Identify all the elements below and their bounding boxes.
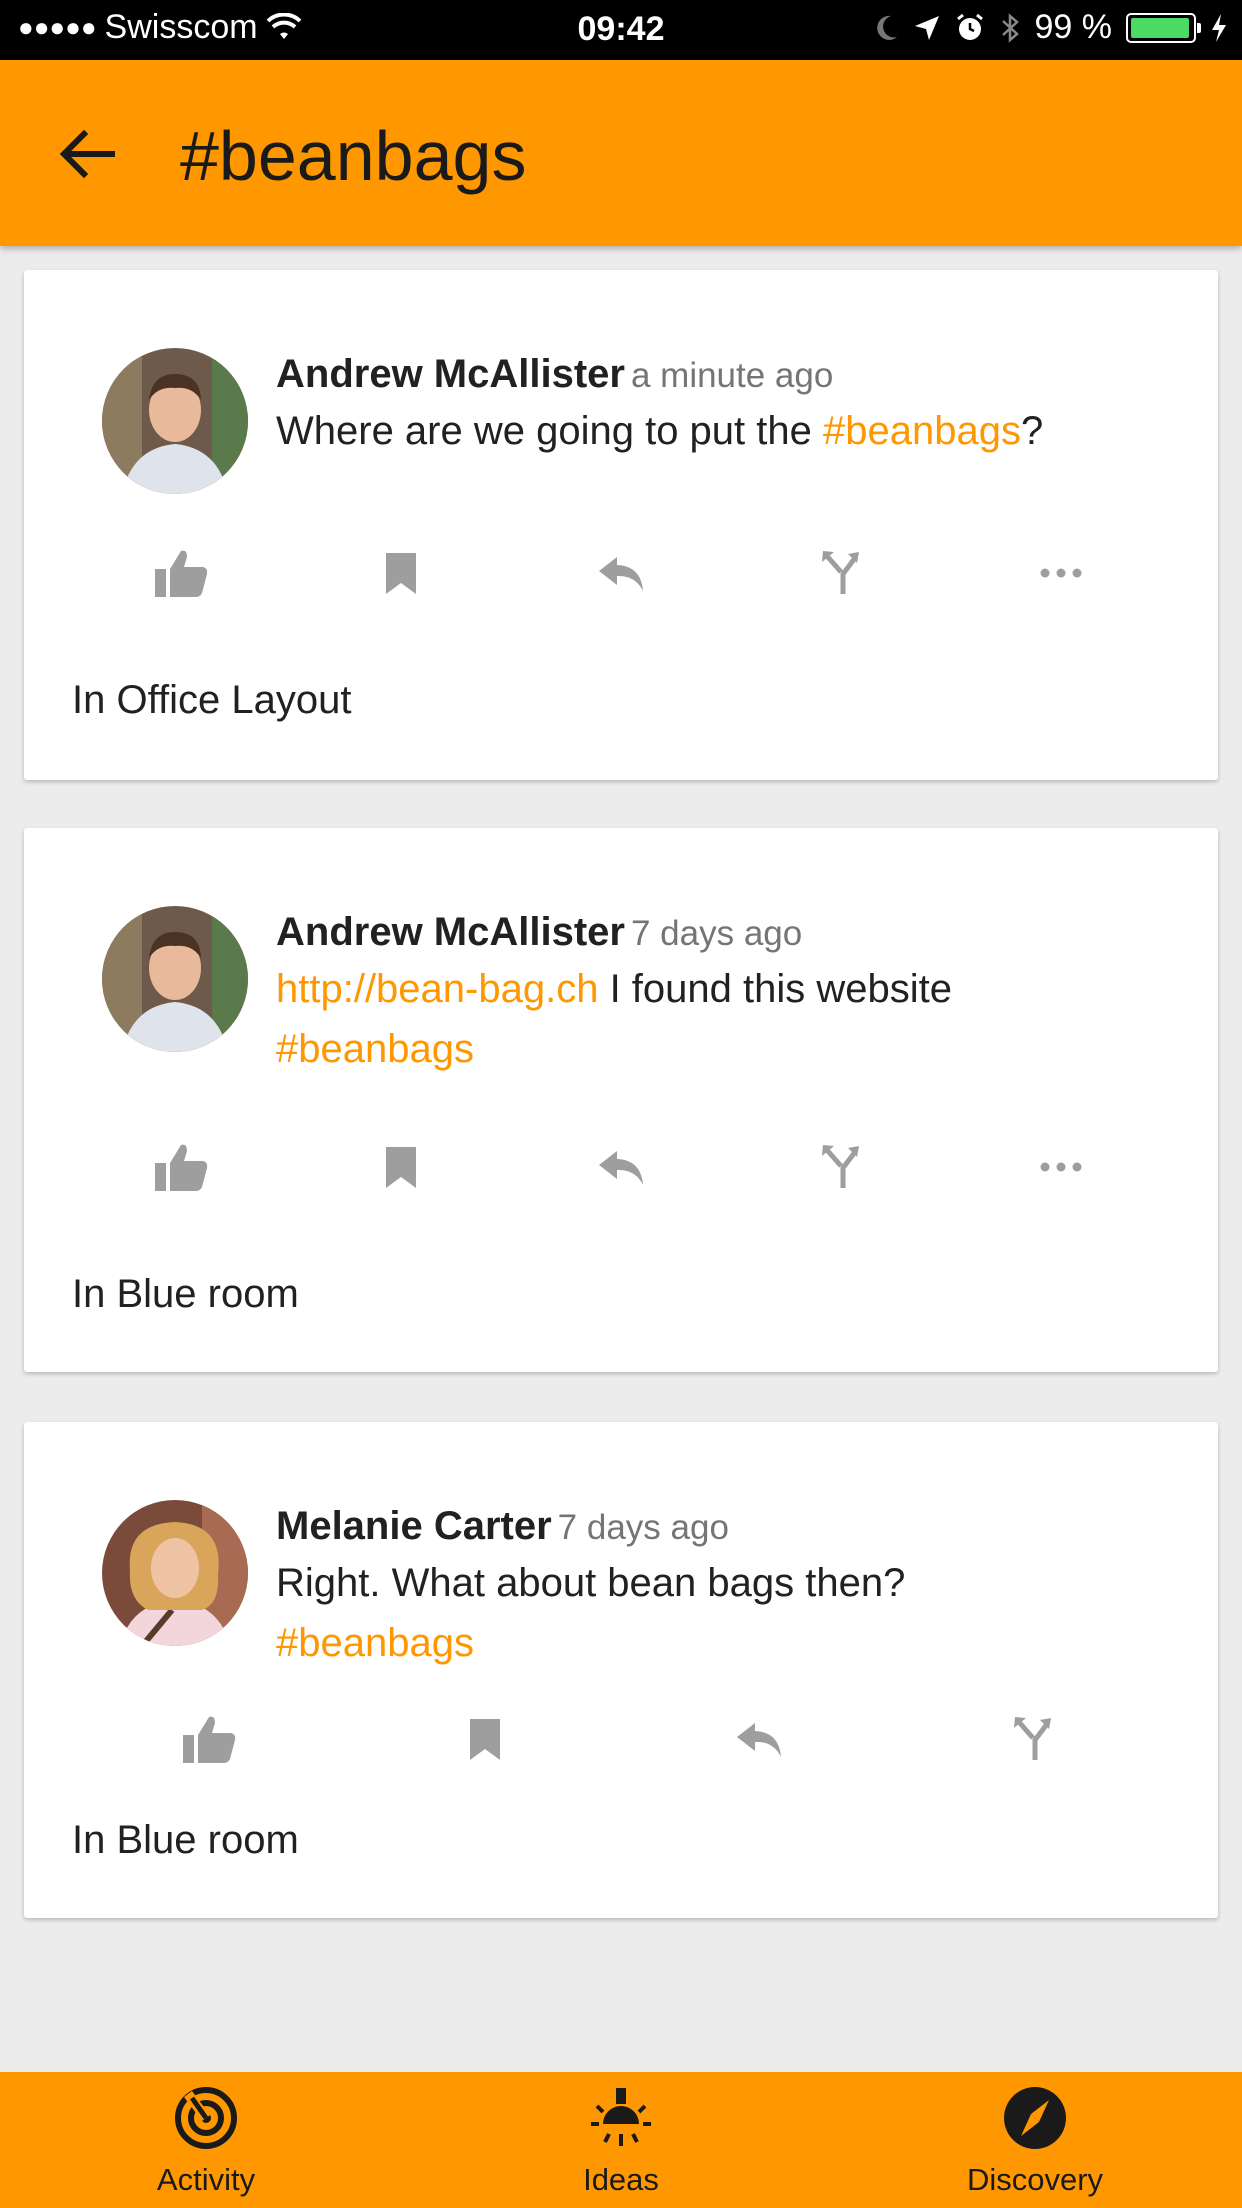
- post-text-body: I found this website: [598, 967, 953, 1011]
- post-text-body: Right. What about bean bags then?: [276, 1561, 906, 1605]
- nav-label: Discovery: [966, 2162, 1104, 2197]
- location-arrow-icon: [914, 15, 939, 40]
- reply-icon: [599, 1151, 643, 1185]
- website-link[interactable]: http://bean-bag.ch: [276, 967, 598, 1011]
- post-header: Andrew McAllister 7 days ago http://bean-…: [276, 910, 1178, 1079]
- avatar[interactable]: [102, 906, 248, 1052]
- post-card: Melanie Carter 7 days ago Right. What abo…: [24, 1422, 1218, 1918]
- post-header: Melanie Carter 7 days ago Right. What abo…: [276, 1504, 1178, 1673]
- fork-button[interactable]: [998, 1704, 1068, 1774]
- bluetooth-icon: [1001, 12, 1019, 43]
- reply-icon: [599, 557, 643, 591]
- post-text: Where are we going to put the #beanbags?: [276, 401, 1178, 461]
- discovery-icon: [1004, 2087, 1066, 2149]
- moon-icon: [876, 15, 897, 40]
- post-actions: [24, 538, 1218, 608]
- thumbs-up-icon: [155, 550, 208, 597]
- thumbs-up-icon: [155, 1144, 208, 1191]
- nav-label: Ideas: [583, 2162, 659, 2197]
- more-button[interactable]: [1026, 538, 1096, 608]
- post-text: Right. What about bean bags then? #beanba…: [276, 1553, 1178, 1673]
- more-icon: [1040, 1162, 1082, 1172]
- hashtag-link[interactable]: #beanbags: [276, 1027, 474, 1071]
- page-title: #beanbags: [180, 117, 527, 195]
- more-button[interactable]: [1026, 1132, 1096, 1202]
- reply-button[interactable]: [724, 1704, 794, 1774]
- post-time: 7 days ago: [557, 1508, 729, 1547]
- like-button[interactable]: [174, 1704, 244, 1774]
- alarm-icon: [956, 13, 983, 40]
- post-text-body: Where are we going to put the: [276, 409, 823, 453]
- nav-item-discovery[interactable]: Discovery: [885, 2072, 1185, 2208]
- nav-label: Activity: [156, 2162, 256, 2197]
- post-card: Andrew McAllister 7 days ago http://bean-…: [24, 828, 1218, 1372]
- post-actions: [24, 1132, 1218, 1202]
- post-time: a minute ago: [630, 356, 834, 395]
- bookmark-icon: [386, 1147, 416, 1188]
- nav-item-activity[interactable]: Activity: [56, 2072, 356, 2208]
- avatar[interactable]: [102, 348, 248, 494]
- bookmark-button[interactable]: [366, 538, 436, 608]
- post-header: Andrew McAllister a minute ago Where are …: [276, 352, 1178, 461]
- hashtag-link[interactable]: #beanbags: [276, 1621, 474, 1665]
- like-button[interactable]: [146, 1132, 216, 1202]
- post-location[interactable]: In Office Layout: [72, 678, 351, 723]
- author-name[interactable]: Andrew McAllister: [276, 352, 625, 396]
- battery-percentage: 99 %: [1034, 8, 1113, 46]
- charging-icon: [1212, 13, 1226, 42]
- reply-icon: [737, 1723, 781, 1757]
- author-name[interactable]: Melanie Carter: [276, 1504, 552, 1548]
- post-actions: [24, 1704, 1218, 1774]
- more-icon: [1040, 568, 1082, 578]
- fork-icon: [822, 551, 859, 594]
- avatar[interactable]: [102, 1500, 248, 1646]
- battery-icon: [1126, 12, 1201, 43]
- post-text: http://bean-bag.ch I found this website #…: [276, 959, 1178, 1079]
- back-arrow-icon[interactable]: [56, 122, 120, 186]
- ideas-icon: [591, 2088, 651, 2146]
- reply-button[interactable]: [586, 1132, 656, 1202]
- hashtag-link[interactable]: #beanbags: [823, 409, 1021, 453]
- status-right: 99 %: [873, 8, 1229, 47]
- status-bar: ●●●●● Swisscom 09:42 99 %: [0, 0, 1242, 60]
- bookmark-icon: [386, 553, 416, 594]
- fork-button[interactable]: [806, 538, 876, 608]
- bookmark-button[interactable]: [450, 1704, 520, 1774]
- fork-button[interactable]: [806, 1132, 876, 1202]
- post-card: Andrew McAllister a minute ago Where are …: [24, 270, 1218, 780]
- author-name[interactable]: Andrew McAllister: [276, 910, 625, 954]
- bookmark-icon: [470, 1719, 500, 1760]
- bottom-nav: Activity Ideas Discovery: [0, 2072, 1242, 2208]
- fork-icon: [1014, 1717, 1051, 1760]
- app-bar: #beanbags: [0, 60, 1242, 246]
- post-location[interactable]: In Blue room: [72, 1818, 299, 1863]
- post-time: 7 days ago: [630, 914, 803, 953]
- activity-icon: [175, 2087, 237, 2149]
- reply-button[interactable]: [586, 538, 656, 608]
- thumbs-up-icon: [183, 1716, 236, 1763]
- fork-icon: [822, 1145, 859, 1188]
- bookmark-button[interactable]: [366, 1132, 436, 1202]
- post-location[interactable]: In Blue room: [72, 1272, 299, 1317]
- post-text-end: ?: [1020, 409, 1044, 453]
- like-button[interactable]: [146, 538, 216, 608]
- nav-item-ideas[interactable]: Ideas: [471, 2072, 771, 2208]
